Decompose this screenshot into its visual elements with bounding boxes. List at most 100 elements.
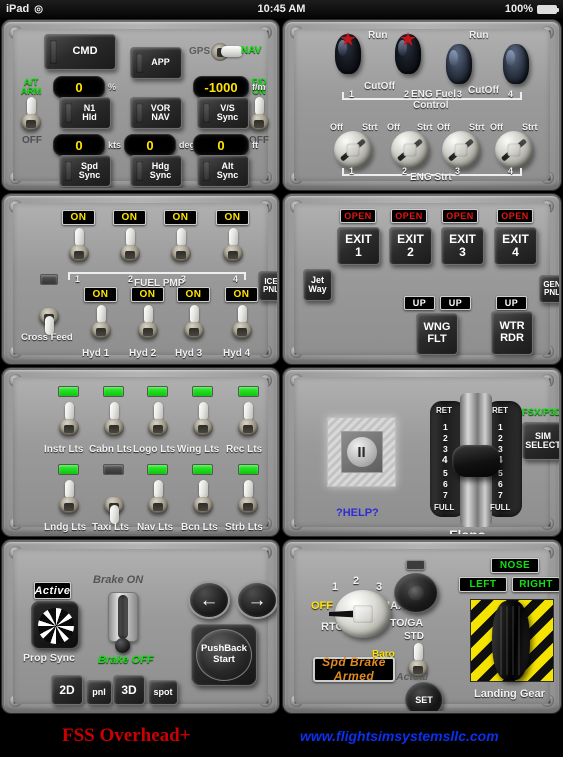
water-radar-button[interactable]: WTR RDR <box>491 311 533 355</box>
flaps-detent-right-1[interactable]: 1 <box>498 422 503 432</box>
fuel-pump-annunciator-2[interactable]: ON <box>113 210 146 225</box>
hyd-annunciator-4[interactable]: ON <box>225 287 258 302</box>
bcn-lts-switch[interactable] <box>192 480 214 514</box>
pushback-start-button[interactable]: PushBack Start <box>196 629 252 681</box>
flaps-detent-right-7[interactable]: 7 <box>498 490 503 500</box>
water-radar-up-annunciator[interactable]: UP <box>496 296 527 310</box>
lndg-lts-switch[interactable] <box>58 480 80 514</box>
rec-lts-switch[interactable] <box>237 402 259 436</box>
wing-flight-button[interactable]: WNG FLT <box>416 313 458 355</box>
pushback-right-button[interactable]: → <box>236 581 277 619</box>
fuel-pump-switch-2[interactable] <box>119 228 141 262</box>
ice-panel-button[interactable]: ICE PNL <box>258 271 277 301</box>
flaps-detent-left-2[interactable]: 2 <box>443 433 448 443</box>
flaps-detent-left-5[interactable]: 5 <box>443 468 448 478</box>
hydraulic-switch-2[interactable] <box>137 305 159 339</box>
jetway-button[interactable]: Jet Way <box>303 269 332 301</box>
help-image-box[interactable]: II <box>327 417 396 487</box>
exit-annunciator-1[interactable]: OPEN <box>340 209 376 223</box>
view-3d-button[interactable]: 3D <box>113 675 145 705</box>
flaps-detent-left-4[interactable]: 4 <box>442 455 448 466</box>
cmd-button[interactable]: CMD <box>44 34 116 70</box>
flaps-detent-left-7[interactable]: 7 <box>443 490 448 500</box>
fuel-pump-switch-3[interactable] <box>170 228 192 262</box>
prop-sync-button[interactable] <box>31 601 79 649</box>
app-button[interactable]: APP <box>130 47 182 79</box>
flaps-detent-left-6[interactable]: 6 <box>443 479 448 489</box>
landing-gear-tire-handle[interactable] <box>492 601 530 680</box>
cross-feed-switch[interactable] <box>38 291 60 335</box>
fuel-lever-engine-2[interactable] <box>395 34 421 74</box>
autobrake-selector-knob[interactable] <box>329 590 391 638</box>
engine-start-knob-4[interactable] <box>495 131 533 169</box>
hyd-annunciator-2[interactable]: ON <box>131 287 164 302</box>
flaps-detent-right-6[interactable]: 6 <box>498 479 503 489</box>
gen-panel-button[interactable]: GEN PNL <box>539 275 559 303</box>
view-pnl-button[interactable]: pnl <box>86 680 112 705</box>
help-label[interactable]: ?HELP? <box>336 507 379 519</box>
hydraulic-switch-1[interactable] <box>90 305 112 339</box>
view-2d-button[interactable]: 2D <box>51 675 83 705</box>
instr-lts-switch[interactable] <box>58 402 80 436</box>
fuel-pump-annunciator-1[interactable]: ON <box>62 210 95 225</box>
sim-select-button[interactable]: SIM SELECT <box>522 422 559 460</box>
exit-2-button[interactable]: EXIT 2 <box>389 227 432 265</box>
vs-sync-button[interactable]: V/S Sync <box>197 97 249 129</box>
engine-start-knob-1[interactable] <box>334 131 372 169</box>
autothrottle-switch[interactable] <box>20 97 42 131</box>
exit-1-button[interactable]: EXIT 1 <box>337 227 380 265</box>
autobrake-detent-2[interactable]: 2 <box>353 575 359 587</box>
website-link[interactable]: www.flightsimsystemsllc.com <box>300 728 499 744</box>
flaps-lever-handle[interactable] <box>452 445 500 477</box>
hdg-sync-button[interactable]: Hdg Sync <box>130 155 182 187</box>
toga-button[interactable] <box>394 573 438 613</box>
speed-brake-armed-annunciator[interactable]: Spd Brake Armed <box>313 656 395 682</box>
prop-sync-active-annunciator[interactable]: Active <box>34 582 71 599</box>
fuel-pump-annunciator-3[interactable]: ON <box>164 210 197 225</box>
flight-director-switch[interactable] <box>248 97 270 131</box>
exit-3-button[interactable]: EXIT 3 <box>441 227 484 265</box>
brake-lever-knob[interactable] <box>115 638 130 653</box>
speed-readout[interactable]: 0 <box>53 134 105 156</box>
autobrake-detent-1[interactable]: 1 <box>332 581 338 593</box>
vor-nav-button[interactable]: VOR NAV <box>130 97 182 129</box>
flaps-detent-right-2[interactable]: 2 <box>498 433 503 443</box>
n1-hold-button[interactable]: N1 Hld <box>59 97 111 129</box>
fuel-lever-engine-4[interactable] <box>503 44 529 84</box>
wing-flight-up-annunciator-2[interactable]: UP <box>440 296 471 310</box>
fuel-pump-switch-1[interactable] <box>68 228 90 262</box>
autobrake-off-label[interactable]: OFF <box>311 600 333 612</box>
vs-readout[interactable]: -1000 <box>193 76 249 98</box>
wing-flight-up-annunciator[interactable]: UP <box>404 296 435 310</box>
exit-annunciator-3[interactable]: OPEN <box>442 209 478 223</box>
hydraulic-switch-3[interactable] <box>183 305 205 339</box>
exit-annunciator-4[interactable]: OPEN <box>497 209 533 223</box>
logo-lts-switch[interactable] <box>147 402 169 436</box>
nav-lts-switch[interactable] <box>147 480 169 514</box>
n1-readout[interactable]: 0 <box>53 76 105 98</box>
engine-start-knob-2[interactable] <box>391 131 429 169</box>
pushback-left-button[interactable]: ← <box>188 581 230 619</box>
heading-readout[interactable]: 0 <box>124 134 176 156</box>
alt-sync-button[interactable]: Alt Sync <box>197 155 249 187</box>
exit-annunciator-2[interactable]: OPEN <box>391 209 427 223</box>
autobrake-detent-3[interactable]: 3 <box>376 581 382 593</box>
view-spot-button[interactable]: spot <box>148 680 178 705</box>
fuel-lever-engine-1[interactable] <box>335 34 361 74</box>
hyd-annunciator-3[interactable]: ON <box>177 287 210 302</box>
hyd-annunciator-1[interactable]: ON <box>84 287 117 302</box>
exit-4-button[interactable]: EXIT 4 <box>494 227 537 265</box>
fuel-lever-engine-3[interactable] <box>446 44 472 84</box>
spd-sync-button[interactable]: Spd Sync <box>59 155 111 187</box>
flaps-detent-left-3[interactable]: 3 <box>443 444 448 454</box>
wing-lts-switch[interactable] <box>192 402 214 436</box>
strb-lts-switch[interactable] <box>237 480 259 514</box>
engine-start-knob-3[interactable] <box>442 131 480 169</box>
cabn-lts-switch[interactable] <box>103 402 125 436</box>
altitude-readout[interactable]: 0 <box>193 134 249 156</box>
baro-set-button[interactable]: SET <box>405 682 443 711</box>
hydraulic-switch-4[interactable] <box>231 305 253 339</box>
taxi-lts-switch[interactable] <box>103 480 125 524</box>
flaps-detent-left-1[interactable]: 1 <box>443 422 448 432</box>
fuel-pump-annunciator-4[interactable]: ON <box>216 210 249 225</box>
